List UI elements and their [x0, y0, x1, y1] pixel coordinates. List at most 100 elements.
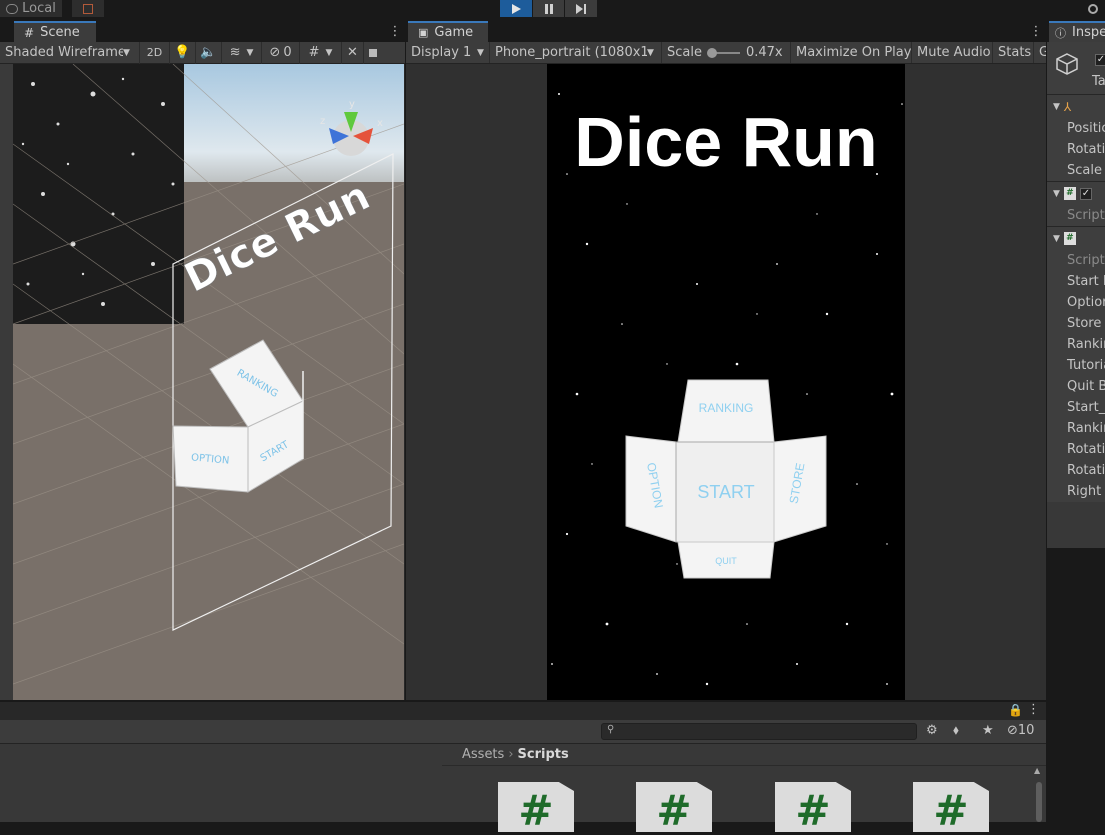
shading-mode-dropdown[interactable]: Shaded Wireframe ▼ [0, 41, 140, 64]
audio-toggle[interactable]: 🔈 [196, 41, 222, 64]
grid-icon: # [24, 25, 35, 40]
maximize-on-play-toggle[interactable]: Maximize On Play [791, 42, 912, 63]
transform-fields: Positic Rotatic Scale [1047, 118, 1105, 181]
component2-field[interactable]: Start B [1047, 271, 1105, 292]
scale-control: Scale 0.47x [662, 42, 791, 63]
tab-inspector[interactable]: ⓘ Inspe [1049, 21, 1105, 42]
scale-label: Scale [667, 45, 702, 60]
search-icon: ⚲ [607, 724, 615, 735]
transform-header[interactable]: ▼ ⅄ [1047, 94, 1105, 118]
component2-field[interactable]: Optior [1047, 292, 1105, 313]
hidden-packages-toggle[interactable]: ⊘10 [1007, 723, 1034, 738]
lock-icon[interactable]: 🔒 [1008, 703, 1023, 717]
component2-fields: Script Start B Optior Store I Rankir Tut… [1047, 250, 1105, 502]
effects-icon: ≋ [229, 45, 241, 60]
component1-enabled-checkbox[interactable]: ✓ [1079, 187, 1092, 200]
speaker-icon: 🔈 [200, 45, 217, 60]
mute-label: Mute Audio [917, 45, 991, 60]
tag-label: Ta [1092, 74, 1105, 89]
breadcrumb-scripts[interactable]: Scripts [518, 747, 569, 762]
favorite-star-icon[interactable]: ★ [982, 723, 994, 738]
grid-dropdown[interactable]: # ▼ [300, 41, 342, 64]
lightbulb-icon: 💡 [174, 45, 191, 60]
play-icon [511, 3, 521, 14]
component2-field[interactable]: Tutoria [1047, 355, 1105, 376]
component2-field[interactable]: Quit B [1047, 376, 1105, 397]
component2-field[interactable]: Rotatic [1047, 460, 1105, 481]
hidden-count: 0 [283, 45, 292, 60]
scene-tab-strip: # Scene ⋮ [0, 20, 405, 42]
effects-dropdown[interactable]: ≋ ▼ [222, 41, 262, 64]
game-panel: ▣ Game ⋮ Display 1 ▼ Phone_portrait (108… [406, 20, 1046, 700]
gizmo-y-label: y [349, 99, 355, 110]
project-folder-tree[interactable] [0, 744, 442, 822]
scale-slider-thumb[interactable] [706, 47, 717, 58]
component2-field[interactable]: Rankir [1047, 418, 1105, 439]
component1-script-row: Script [1067, 208, 1105, 223]
component2-field[interactable]: Rankir [1047, 334, 1105, 355]
resolution-dropdown[interactable]: Phone_portrait (1080x19 ▼ [490, 42, 662, 63]
project-search-input[interactable]: ⚲ [601, 723, 917, 740]
camera-icon [369, 48, 377, 57]
display-dropdown[interactable]: Display 1 ▼ [406, 42, 490, 63]
breadcrumb-assets[interactable]: Assets [462, 747, 504, 762]
project-toolbar: ⚲ ⚙ ⬧ ★ ⊘10 [0, 720, 1046, 744]
tab-scene[interactable]: # Scene [14, 21, 96, 42]
dropdown-arrow-icon: ▼ [123, 47, 130, 58]
inspector-panel: ⓘ Inspe ✓ Ta ▼ ⅄ Positic Rotatic Scale ▼… [1047, 20, 1105, 548]
collab-button[interactable] [72, 0, 104, 17]
game-title-text: Dice Run [574, 103, 877, 181]
lighting-toggle[interactable]: 💡 [170, 41, 196, 64]
play-button[interactable] [500, 0, 533, 17]
component2-field: Script [1067, 253, 1105, 268]
hash-glyph: # [656, 786, 692, 835]
filter-by-label-icon[interactable]: ⬧ [953, 723, 959, 738]
component2-field[interactable]: Start_F [1047, 397, 1105, 418]
scene-viewport[interactable]: RANKING OPTION START Dice Run y x z [13, 64, 404, 700]
gizmo-x-label: x [377, 118, 383, 129]
settings-button[interactable] [1080, 0, 1105, 17]
gizmos-toggle[interactable]: G [1034, 42, 1046, 63]
component2-field[interactable]: Rotatic [1047, 439, 1105, 460]
camera-settings[interactable] [364, 42, 382, 64]
scale-value: 0.47x [745, 45, 783, 60]
component2-field[interactable]: Store I [1047, 313, 1105, 334]
foldout-arrow-icon: ▼ [1053, 188, 1060, 199]
eye-slash-icon: ⊘ [1007, 723, 1018, 738]
mute-audio-toggle[interactable]: Mute Audio [912, 42, 993, 63]
component2-field[interactable]: Right A [1047, 481, 1105, 502]
scene-toolbar: Shaded Wireframe ▼ 2D 💡 🔈 ≋ ▼ ⊘ 0 # ▼ ✕ [0, 41, 405, 64]
step-button[interactable] [565, 0, 599, 17]
toggle-2d-button[interactable]: 2D [140, 41, 170, 64]
game-tab-strip: ▣ Game ⋮ [406, 20, 1046, 42]
hidden-objects-toggle[interactable]: ⊘ 0 [262, 41, 300, 64]
gamepad-icon: ▣ [418, 26, 429, 39]
active-checkbox[interactable]: ✓ [1095, 54, 1105, 66]
pause-button[interactable] [532, 0, 566, 17]
script-file-icon[interactable]: # [775, 782, 851, 832]
tab-game[interactable]: ▣ Game [408, 21, 488, 42]
project-more-menu[interactable]: ⋮ [1027, 702, 1040, 717]
game-view[interactable]: Dice Run RANKING OPTION START STORE QUIT [547, 64, 905, 700]
game-more-menu[interactable]: ⋮ [1026, 21, 1046, 42]
component1-header[interactable]: ▼ # ✓ [1047, 181, 1105, 205]
maximize-label: Maximize On Play [796, 45, 912, 60]
filter-by-type-icon[interactable]: ⚙ [926, 723, 938, 738]
script-file-icon[interactable]: # [636, 782, 712, 832]
game-render: Dice Run RANKING OPTION START STORE QUIT [551, 93, 903, 686]
scale-slider[interactable] [706, 47, 740, 58]
breadcrumb: Assets › Scripts [442, 744, 1046, 766]
tab-game-label: Game [434, 25, 474, 40]
grid-snap-icon: # [308, 45, 320, 60]
script-file-icon[interactable]: # [913, 782, 989, 832]
tools-toggle[interactable]: ✕ [342, 41, 364, 64]
game-toolbar: Display 1 ▼ Phone_portrait (1080x19 ▼ Sc… [406, 42, 1046, 64]
stats-toggle[interactable]: Stats [993, 42, 1034, 63]
component2-header[interactable]: ▼ # [1047, 226, 1105, 250]
foldout-arrow-icon: ▼ [1053, 233, 1060, 244]
account-dropdown[interactable]: Local [0, 0, 62, 17]
scene-more-menu[interactable]: ⋮ [385, 21, 405, 42]
script-file-icon[interactable]: # [498, 782, 574, 832]
project-scrollbar[interactable]: ▲ [1033, 766, 1045, 822]
resolution-label: Phone_portrait (1080x19 [495, 45, 647, 60]
